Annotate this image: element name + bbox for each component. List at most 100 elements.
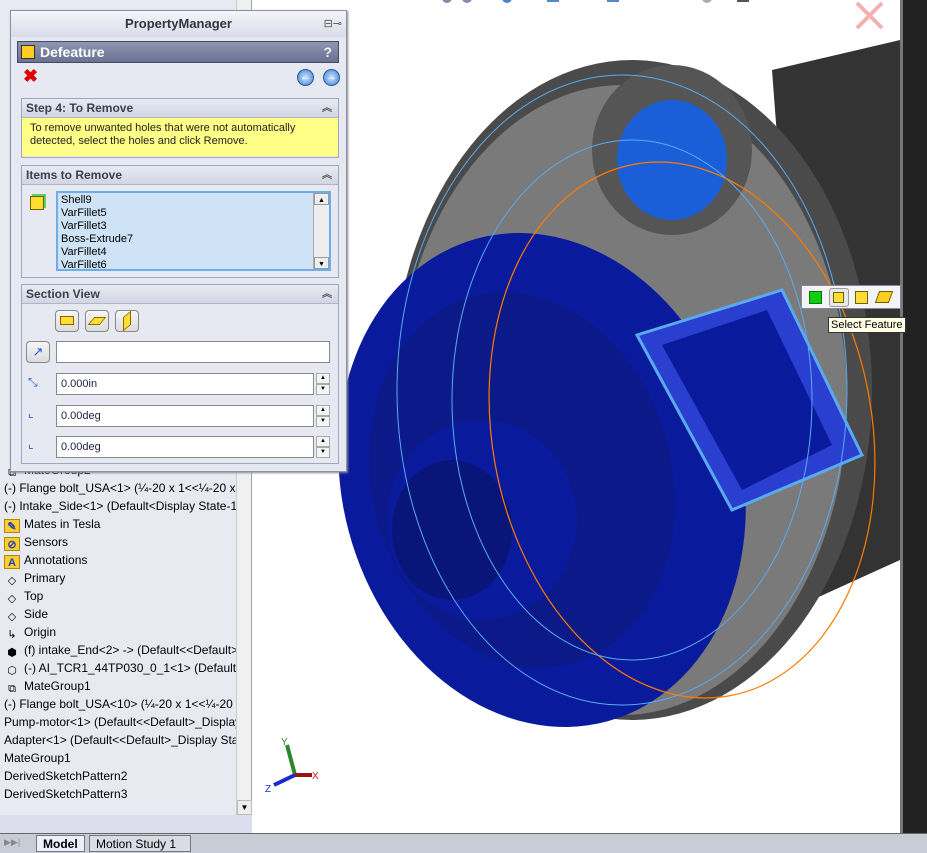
reverse-direction-button[interactable]: ↗ bbox=[26, 341, 50, 363]
tree-item[interactable]: MateGroup1 bbox=[4, 749, 236, 767]
tree-item[interactable]: ↳ Origin bbox=[4, 623, 236, 641]
tree-item[interactable]: ◇ Side bbox=[4, 605, 236, 623]
tree-item[interactable]: Pump-motor<1> (Default<<Default>_Display bbox=[4, 713, 236, 731]
pin-icon[interactable]: ⊟⊸ bbox=[324, 17, 342, 30]
part-outline-icon: ⬡ bbox=[7, 665, 17, 677]
body-icon bbox=[30, 196, 44, 210]
angle-x-icon: ⌞ bbox=[28, 406, 34, 420]
list-item[interactable]: VarFillet6 bbox=[61, 259, 326, 269]
collapse-icon[interactable]: ︽ bbox=[322, 285, 332, 304]
tree-item[interactable]: ◇ Primary bbox=[4, 569, 236, 587]
close-viewport-icon[interactable] bbox=[855, 1, 884, 30]
tree-item[interactable]: ⬡ (-) AI_TCR1_44TP030_0_1<1> (Default<< bbox=[4, 659, 236, 677]
triad-z-label: Z bbox=[265, 784, 271, 795]
select-feature-icon[interactable] bbox=[829, 288, 849, 307]
select-body-icon[interactable] bbox=[855, 291, 868, 304]
tree-item-label: MateGroup1 bbox=[24, 679, 91, 693]
angle-x-field[interactable]: 0.00deg bbox=[56, 405, 314, 427]
tree-item[interactable]: Adapter<1> (Default<<Default>_Display St… bbox=[4, 731, 236, 749]
tree-item-label: Pump-motor<1> (Default<<Default>_Display bbox=[4, 715, 236, 729]
tree-item-label: Side bbox=[24, 607, 49, 621]
annotations-folder-icon: A bbox=[4, 555, 20, 569]
collapse-icon[interactable]: ︽ bbox=[322, 99, 332, 118]
select-part-icon[interactable] bbox=[874, 291, 894, 303]
part-icon: ⬢ bbox=[7, 647, 17, 659]
tree-item-label: Origin bbox=[24, 625, 57, 639]
distance-field[interactable]: 0.000in bbox=[56, 373, 314, 395]
scroll-down-button[interactable]: ▼ bbox=[237, 800, 252, 815]
origin-icon: ↳ bbox=[7, 629, 17, 641]
tree-item-label: (f) intake_End<2> -> (Default<<Default> bbox=[24, 643, 236, 657]
select-color-icon[interactable] bbox=[809, 291, 822, 304]
tree-item[interactable]: ⊘ Sensors bbox=[4, 533, 236, 551]
tree-item[interactable]: (-) Flange bolt_USA<1> (¼-20 x 1<<¼-20 x bbox=[4, 479, 236, 497]
items-group-title: Items to Remove bbox=[26, 168, 123, 182]
tree-item[interactable]: DerivedSketchPattern3 bbox=[4, 785, 236, 803]
tab-scroll-arrows[interactable]: ▶▶| bbox=[4, 837, 20, 848]
tooltip: Select Feature bbox=[828, 317, 906, 333]
reference-field[interactable] bbox=[56, 341, 330, 363]
items-list[interactable]: Shell9 VarFillet5 VarFillet3 Boss-Extrude7 V… bbox=[56, 191, 331, 271]
tree-item[interactable]: ◇ Top bbox=[4, 587, 236, 605]
pm-title: PropertyManager bbox=[11, 11, 346, 37]
distance-spinner[interactable]: ▲ ▼ bbox=[316, 373, 330, 395]
collapse-icon[interactable]: ︽ bbox=[322, 166, 332, 185]
mates-folder-icon: ✎ bbox=[4, 519, 20, 533]
tree-item[interactable]: A Annotations bbox=[4, 551, 236, 569]
list-item[interactable]: Shell9 bbox=[61, 194, 326, 207]
window-border bbox=[900, 0, 927, 833]
list-scrollbar[interactable]: ▲ ▼ bbox=[313, 193, 329, 269]
tree-item-label: DerivedSketchPattern2 bbox=[4, 769, 128, 783]
tree-item-label: (-) Flange bolt_USA<10> (¼-20 x 1<<¼-20 … bbox=[4, 697, 236, 711]
property-manager: PropertyManager ⊟⊸ Defeature ? ✖ ← → Ste… bbox=[10, 10, 347, 472]
feature-title: Defeature bbox=[40, 44, 105, 60]
tree-item-label: Primary bbox=[24, 571, 66, 585]
list-item[interactable]: VarFillet3 bbox=[61, 220, 326, 233]
angle-y-icon: ⌞ bbox=[28, 437, 34, 451]
tree-item[interactable]: ✎ Mates in Tesla bbox=[4, 515, 236, 533]
tree-item-label: Sensors bbox=[24, 535, 69, 549]
list-item[interactable]: Boss-Extrude7 bbox=[61, 233, 326, 246]
view-toolbar bbox=[442, 0, 749, 3]
tree-item[interactable]: ⬢ (f) intake_End<2> -> (Default<<Default> bbox=[4, 641, 236, 659]
cancel-button[interactable]: ✖ bbox=[23, 66, 38, 87]
tree-item[interactable]: DerivedSketchPattern2 bbox=[4, 767, 236, 785]
top-plane-button[interactable] bbox=[85, 310, 109, 332]
triad-x-label: X bbox=[312, 771, 319, 782]
triad-y-label: Y bbox=[281, 737, 288, 748]
help-button[interactable]: ? bbox=[323, 42, 332, 62]
plane-icon: ◇ bbox=[7, 593, 17, 605]
step-group-title: Step 4: To Remove bbox=[26, 101, 134, 115]
step-message: To remove unwanted holes that were not a… bbox=[22, 118, 338, 156]
bottom-tab-bar: ▶▶| Model Motion Study 1 bbox=[0, 833, 927, 853]
tree-item[interactable]: (-) Flange bolt_USA<10> (¼-20 x 1<<¼-20 … bbox=[4, 695, 236, 713]
plane-icon: ◇ bbox=[7, 611, 17, 623]
sensors-folder-icon: ⊘ bbox=[4, 537, 20, 551]
turbo-model[interactable] bbox=[284, 40, 900, 773]
angle-y-spinner[interactable]: ▲ ▼ bbox=[316, 436, 330, 458]
items-group: Items to Remove ︽ Shell9 VarFillet5 VarFill… bbox=[21, 165, 339, 278]
tab-model[interactable]: Model bbox=[36, 835, 85, 852]
distance-icon: ⤡ bbox=[28, 375, 38, 389]
tab-motion-study-1[interactable]: Motion Study 1 bbox=[89, 835, 191, 852]
back-button[interactable]: ← bbox=[297, 69, 314, 86]
tree-item-label: Annotations bbox=[24, 553, 88, 567]
graphics-viewport[interactable]: Y X Z bbox=[252, 0, 900, 833]
feature-header: Defeature ? bbox=[17, 41, 339, 63]
angle-y-field[interactable]: 0.00deg bbox=[56, 436, 314, 458]
mategroup-icon: ⧉ bbox=[8, 683, 16, 695]
front-plane-button[interactable] bbox=[55, 310, 79, 332]
tree-item[interactable]: (-) Intake_Side<1> (Default<Display Stat… bbox=[4, 497, 236, 515]
tree-item-label: Adapter<1> (Default<<Default>_Display St… bbox=[4, 733, 236, 747]
tree-item[interactable]: ⧉ MateGroup1 bbox=[4, 677, 236, 695]
tree-item-label: Mates in Tesla bbox=[24, 517, 101, 531]
list-item[interactable]: VarFillet5 bbox=[61, 207, 326, 220]
tree-item-label: Top bbox=[24, 589, 44, 603]
right-plane-button[interactable] bbox=[115, 310, 139, 332]
next-button[interactable]: → bbox=[323, 69, 340, 86]
section-view-group: Section View ︽ ↗ ⤡ 0.000in ▲ ▼ ⌞ 0.00deg ▲… bbox=[21, 284, 339, 464]
tree-item-label: DerivedSketchPattern3 bbox=[4, 787, 128, 801]
angle-x-spinner[interactable]: ▲ ▼ bbox=[316, 405, 330, 427]
section-group-title: Section View bbox=[26, 287, 100, 301]
list-item[interactable]: VarFillet4 bbox=[61, 246, 326, 259]
